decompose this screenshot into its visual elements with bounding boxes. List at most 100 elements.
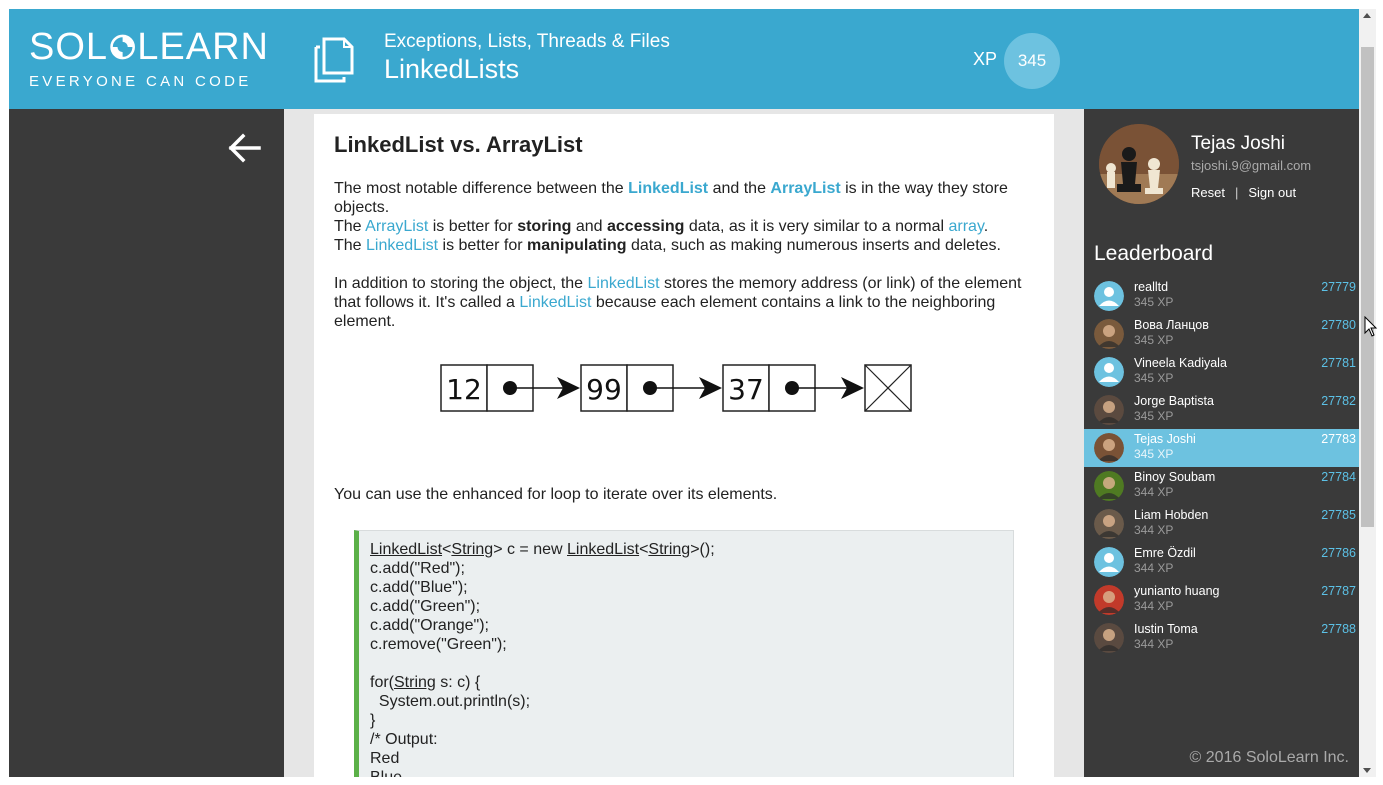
code-text: > c = new	[493, 541, 568, 558]
code-line: LinkedList<String> c = new LinkedList<St…	[370, 540, 1013, 559]
course-pages-icon	[314, 37, 354, 83]
sololearn-logo[interactable]: SOL LEARN EVERYONE CAN CODE	[29, 25, 269, 91]
vertical-scrollbar[interactable]	[1359, 9, 1376, 777]
separator: |	[1234, 185, 1239, 200]
bold-text: manipulating	[526, 237, 627, 254]
keyword-link[interactable]: LinkedList	[628, 180, 708, 197]
code-type[interactable]: String	[648, 541, 690, 558]
leaderboard-name: yunianto huang	[1134, 584, 1220, 598]
code-text: >();	[690, 541, 715, 558]
code-line: c.remove("Green");	[370, 636, 507, 653]
code-type[interactable]: String	[394, 674, 436, 691]
scrollbar-thumb[interactable]	[1361, 47, 1374, 527]
leaderboard-rank: 27781	[1321, 356, 1356, 370]
reset-link[interactable]: Reset	[1191, 185, 1225, 200]
right-panel: Tejas Joshi tsjoshi.9@gmail.com Reset | …	[1084, 109, 1359, 777]
profile-actions: Reset | Sign out	[1191, 185, 1296, 200]
keyword-link[interactable]: ArrayList	[365, 218, 428, 235]
leaderboard-row[interactable]: Vineela Kadiyala 345 XP 27781	[1084, 353, 1359, 391]
mouse-cursor-icon	[1364, 316, 1378, 337]
leaderboard-rank: 27784	[1321, 470, 1356, 484]
leaderboard-xp: 344 XP	[1134, 637, 1174, 651]
leaderboard-row[interactable]: Jorge Baptista 345 XP 27782	[1084, 391, 1359, 429]
scroll-down-arrow-icon[interactable]	[1363, 768, 1371, 773]
node-value-3: 37	[728, 373, 764, 406]
left-rail	[9, 109, 284, 777]
lesson-paragraph-5: You can use the enhanced for loop to ite…	[334, 486, 778, 503]
keyword-link[interactable]: LinkedList	[588, 275, 660, 292]
node-value-2: 99	[586, 373, 622, 406]
scroll-up-arrow-icon[interactable]	[1363, 13, 1371, 18]
leaderboard-xp: 344 XP	[1134, 599, 1174, 613]
leaderboard-name: Liam Hobden	[1134, 508, 1209, 522]
linked-list-diagram: 12 99 37	[440, 364, 912, 412]
sign-out-link[interactable]: Sign out	[1248, 185, 1296, 200]
default-user-icon	[1094, 357, 1124, 387]
leaderboard-xp: 344 XP	[1134, 561, 1174, 575]
code-line: c.add("Blue");	[370, 579, 468, 596]
text: The	[334, 218, 366, 235]
keyword-link[interactable]: ArrayList	[770, 180, 840, 197]
text: is better for	[438, 237, 527, 254]
chess-pieces-icon	[1099, 124, 1179, 204]
code-type[interactable]: LinkedList	[567, 541, 639, 558]
xp-badge: 345	[1004, 33, 1060, 89]
user-photo-avatar	[1094, 623, 1124, 653]
leaderboard-name: realltd	[1134, 280, 1169, 294]
keyword-link[interactable]: LinkedList	[519, 294, 591, 311]
leaderboard-row[interactable]: Emre Özdil 344 XP 27786	[1084, 543, 1359, 581]
code-text: s: c) {	[435, 674, 481, 691]
code-line: c.add("Green");	[370, 598, 481, 615]
leaderboard-row[interactable]: realltd 345 XP 27779	[1084, 277, 1359, 315]
profile-name: Tejas Joshi	[1191, 133, 1285, 154]
user-photo-avatar	[1094, 319, 1124, 349]
leaderboard-title: Leaderboard	[1094, 242, 1214, 265]
code-text: <	[442, 541, 452, 558]
default-user-icon	[1094, 281, 1124, 311]
keyword-link[interactable]: array	[948, 218, 983, 235]
course-subtitle: Exceptions, Lists, Threads & Files	[384, 31, 670, 52]
logo-text-right: LEARN	[137, 25, 269, 68]
node-1: 12	[440, 364, 580, 412]
profile-avatar[interactable]	[1099, 124, 1179, 204]
lesson-heading: LinkedList vs. ArrayList	[334, 132, 583, 157]
leaderboard-row[interactable]: Iustin Toma 344 XP 27788	[1084, 619, 1359, 657]
text: In addition to storing the object, the	[334, 275, 588, 292]
leaderboard-list: realltd 345 XP 27779 Вова Ланцов 345 XP 27780…	[1084, 277, 1359, 657]
code-line: Blue	[370, 768, 1013, 777]
code-line: c.add("Red");	[370, 560, 465, 577]
leaderboard-row[interactable]: yunianto huang 344 XP 27787	[1084, 581, 1359, 619]
leaderboard-xp: 345 XP	[1134, 333, 1174, 347]
leaderboard-row[interactable]: Binoy Soubam 344 XP 27784	[1084, 467, 1359, 505]
node-value-1: 12	[446, 373, 482, 406]
code-type[interactable]: String	[451, 541, 493, 558]
keyword-link[interactable]: LinkedList	[366, 237, 438, 254]
leaderboard-name: Vineela Kadiyala	[1134, 356, 1227, 370]
user-photo-avatar	[1094, 585, 1124, 615]
leaderboard-xp: 345 XP	[1134, 295, 1174, 309]
profile-email: tsjoshi.9@gmail.com	[1191, 158, 1312, 173]
leaderboard-row[interactable]: Tejas Joshi 345 XP 27783	[1084, 429, 1359, 467]
logo-tagline: EVERYONE CAN CODE	[29, 73, 252, 90]
back-arrow-icon[interactable]	[227, 133, 261, 163]
code-text: <	[639, 541, 649, 558]
lesson-area: LinkedList vs. ArrayList The most notabl…	[284, 109, 1084, 777]
text: The	[334, 237, 367, 254]
leaderboard-rank: 27779	[1321, 280, 1356, 294]
leaderboard-xp: 344 XP	[1134, 523, 1174, 537]
leaderboard-row[interactable]: Liam Hobden 344 XP 27785	[1084, 505, 1359, 543]
text: is better for	[428, 218, 518, 235]
leaderboard-name: Вова Ланцов	[1134, 318, 1209, 332]
code-sample: LinkedList<String> c = new LinkedList<St…	[354, 530, 1014, 777]
leaderboard-row[interactable]: Вова Ланцов 345 XP 27780	[1084, 315, 1359, 353]
lesson-paragraph-4: In addition to storing the object, the L…	[334, 274, 1034, 331]
code-type[interactable]: LinkedList	[370, 541, 442, 558]
leaderboard-name: Iustin Toma	[1134, 622, 1198, 636]
leaderboard-rank: 27782	[1321, 394, 1356, 408]
user-photo-avatar	[1094, 433, 1124, 463]
code-line: }	[370, 712, 376, 729]
null-terminator	[864, 364, 912, 412]
code-line: Red	[370, 750, 400, 767]
node-3: 37	[722, 364, 864, 412]
